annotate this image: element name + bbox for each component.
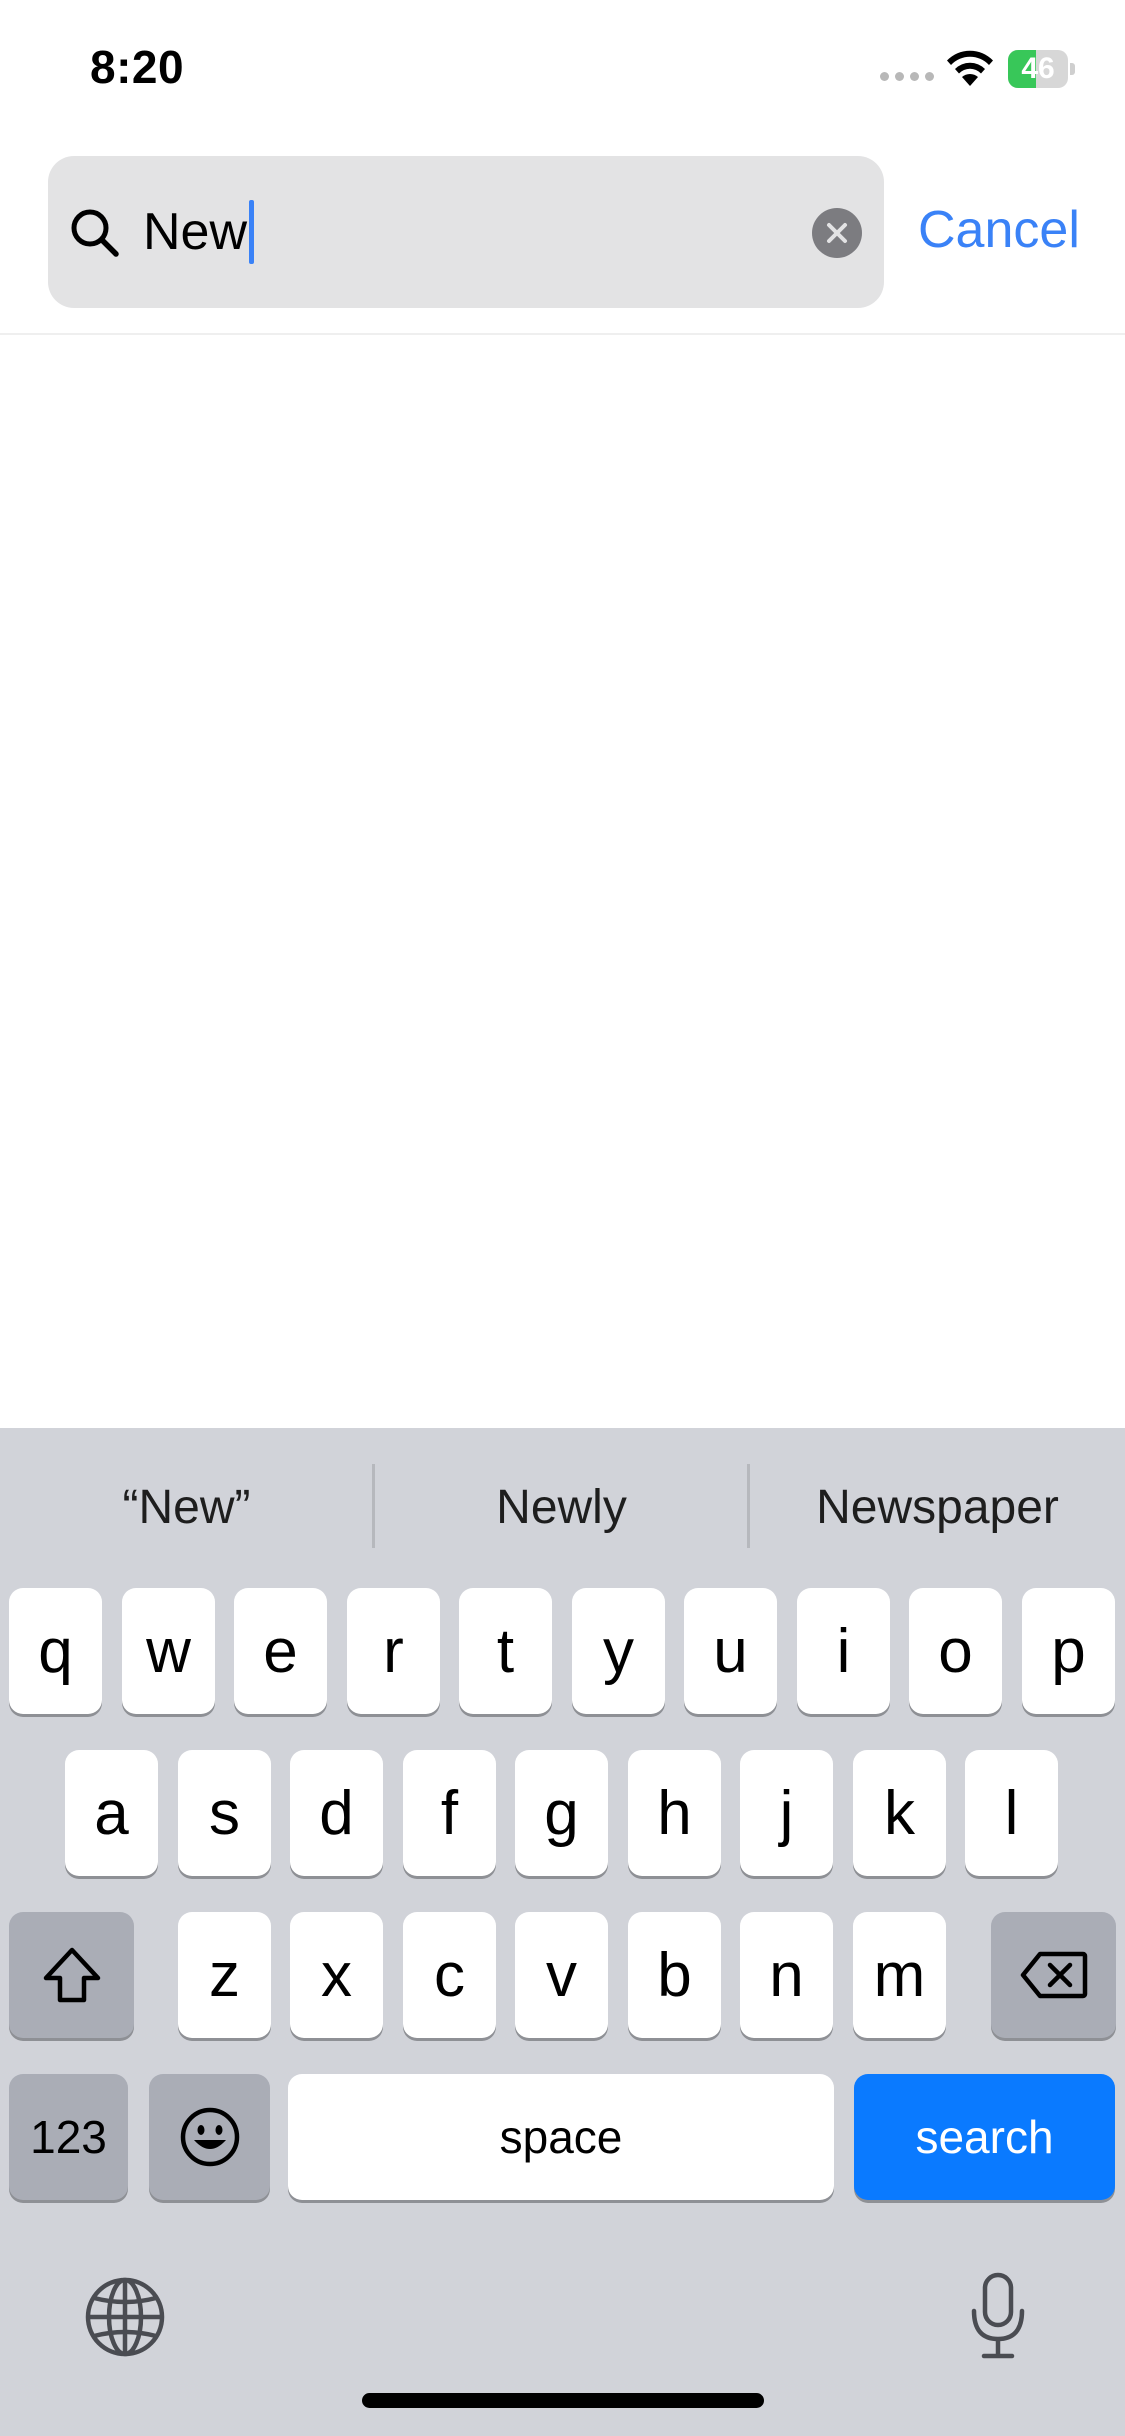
search-key[interactable]: search (854, 2074, 1115, 2200)
key-t[interactable]: t (459, 1588, 552, 1714)
key-l[interactable]: l (965, 1750, 1058, 1876)
key-i[interactable]: i (797, 1588, 890, 1714)
key-m[interactable]: m (853, 1912, 946, 2038)
cancel-button[interactable]: Cancel (918, 200, 1080, 260)
key-x[interactable]: x (290, 1912, 383, 2038)
cellular-signal-icon (880, 72, 934, 81)
key-z[interactable]: z (178, 1912, 271, 2038)
key-r[interactable]: r (347, 1588, 440, 1714)
status-time: 8:20 (90, 41, 185, 93)
shift-key[interactable] (9, 1912, 134, 2038)
suggestion-item[interactable]: Newly (375, 1468, 748, 1548)
suggestion-item[interactable]: Newspaper (750, 1468, 1125, 1548)
key-j[interactable]: j (740, 1750, 833, 1876)
key-p[interactable]: p (1022, 1588, 1115, 1714)
key-b[interactable]: b (628, 1912, 721, 2038)
key-h[interactable]: h (628, 1750, 721, 1876)
search-input-value: New (143, 203, 248, 261)
key-w[interactable]: w (122, 1588, 215, 1714)
delete-key[interactable] (991, 1912, 1116, 2038)
search-field[interactable]: New (48, 156, 884, 308)
key-a[interactable]: a (65, 1750, 158, 1876)
key-y[interactable]: y (572, 1588, 665, 1714)
key-v[interactable]: v (515, 1912, 608, 2038)
numbers-key[interactable]: 123 (9, 2074, 128, 2200)
key-u[interactable]: u (684, 1588, 777, 1714)
globe-icon[interactable] (84, 2276, 166, 2358)
suggestion-item[interactable]: “New” (0, 1468, 373, 1548)
emoji-key[interactable] (149, 2074, 270, 2200)
key-d[interactable]: d (290, 1750, 383, 1876)
space-key[interactable]: space (288, 2074, 834, 2200)
microphone-icon[interactable] (968, 2271, 1028, 2361)
search-bar: New Cancel (0, 150, 1125, 335)
home-indicator[interactable] (362, 2393, 764, 2408)
status-bar: 8:20 46 (0, 0, 1125, 140)
battery-percent: 46 (1021, 52, 1055, 85)
emoji-smiley-icon (180, 2107, 239, 2167)
search-input[interactable]: New (143, 196, 255, 268)
predictive-suggestions: “New” Newly Newspaper (0, 1428, 1125, 1578)
battery-icon: 46 (1008, 50, 1075, 88)
clear-search-button[interactable] (812, 208, 862, 258)
header-divider (0, 333, 1125, 335)
key-f[interactable]: f (403, 1750, 496, 1876)
key-s[interactable]: s (178, 1750, 271, 1876)
key-c[interactable]: c (403, 1912, 496, 2038)
text-caret (249, 200, 255, 264)
key-g[interactable]: g (515, 1750, 608, 1876)
key-e[interactable]: e (234, 1588, 327, 1714)
clear-x-icon (827, 223, 847, 243)
search-icon (71, 209, 119, 257)
shift-arrow-icon (43, 1947, 100, 2003)
key-n[interactable]: n (740, 1912, 833, 2038)
backspace-icon (1020, 1951, 1087, 1999)
key-o[interactable]: o (909, 1588, 1002, 1714)
key-q[interactable]: q (9, 1588, 102, 1714)
key-k[interactable]: k (853, 1750, 946, 1876)
keyboard: “New” Newly Newspaper q w e r t y u i o … (0, 1428, 1125, 2436)
wifi-icon (947, 50, 993, 86)
